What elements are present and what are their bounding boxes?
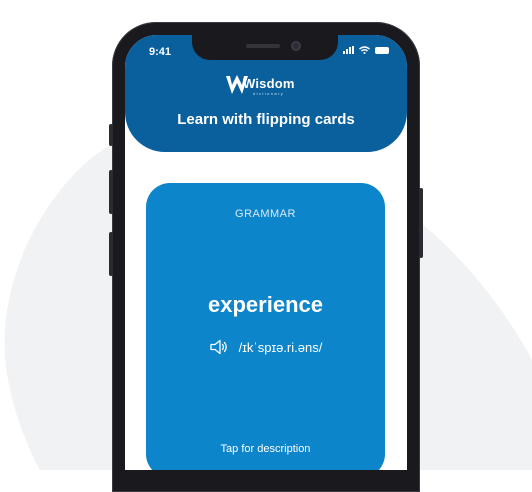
phone-mute-switch — [109, 124, 113, 146]
earpiece-speaker — [246, 44, 280, 48]
flip-card[interactable]: GRAMMAR experience /ɪkˈspɪə.ri.əns/ Tap … — [146, 183, 385, 470]
page-title: Learn with flipping cards — [177, 111, 355, 128]
logo-subtext: dictionary — [253, 91, 285, 96]
front-camera — [291, 41, 301, 51]
status-icons — [343, 46, 389, 54]
status-time: 9:41 — [149, 46, 172, 58]
pronunciation-row: /ɪkˈspɪə.ri.əns/ — [146, 339, 385, 355]
card-word: experience — [208, 292, 323, 317]
battery-icon — [375, 46, 389, 54]
tap-hint[interactable]: Tap for description — [146, 443, 385, 455]
phone-notch — [192, 35, 338, 60]
wisdom-logo: Wisdom dictionary — [225, 75, 307, 99]
phone-volume-down — [109, 232, 113, 276]
signal-icon — [343, 46, 354, 54]
pronunciation-text: /ɪkˈspɪə.ri.əns/ — [238, 339, 323, 355]
phone-screen: 9:41 Wisdom dictionary Learn with flippi… — [125, 35, 407, 470]
logo-text: Wisdom — [243, 76, 295, 91]
phone-power-button — [419, 188, 423, 258]
speaker-icon[interactable] — [209, 339, 229, 355]
wifi-icon — [359, 46, 370, 54]
card-category: GRAMMAR — [235, 208, 296, 220]
phone-volume-up — [109, 170, 113, 214]
